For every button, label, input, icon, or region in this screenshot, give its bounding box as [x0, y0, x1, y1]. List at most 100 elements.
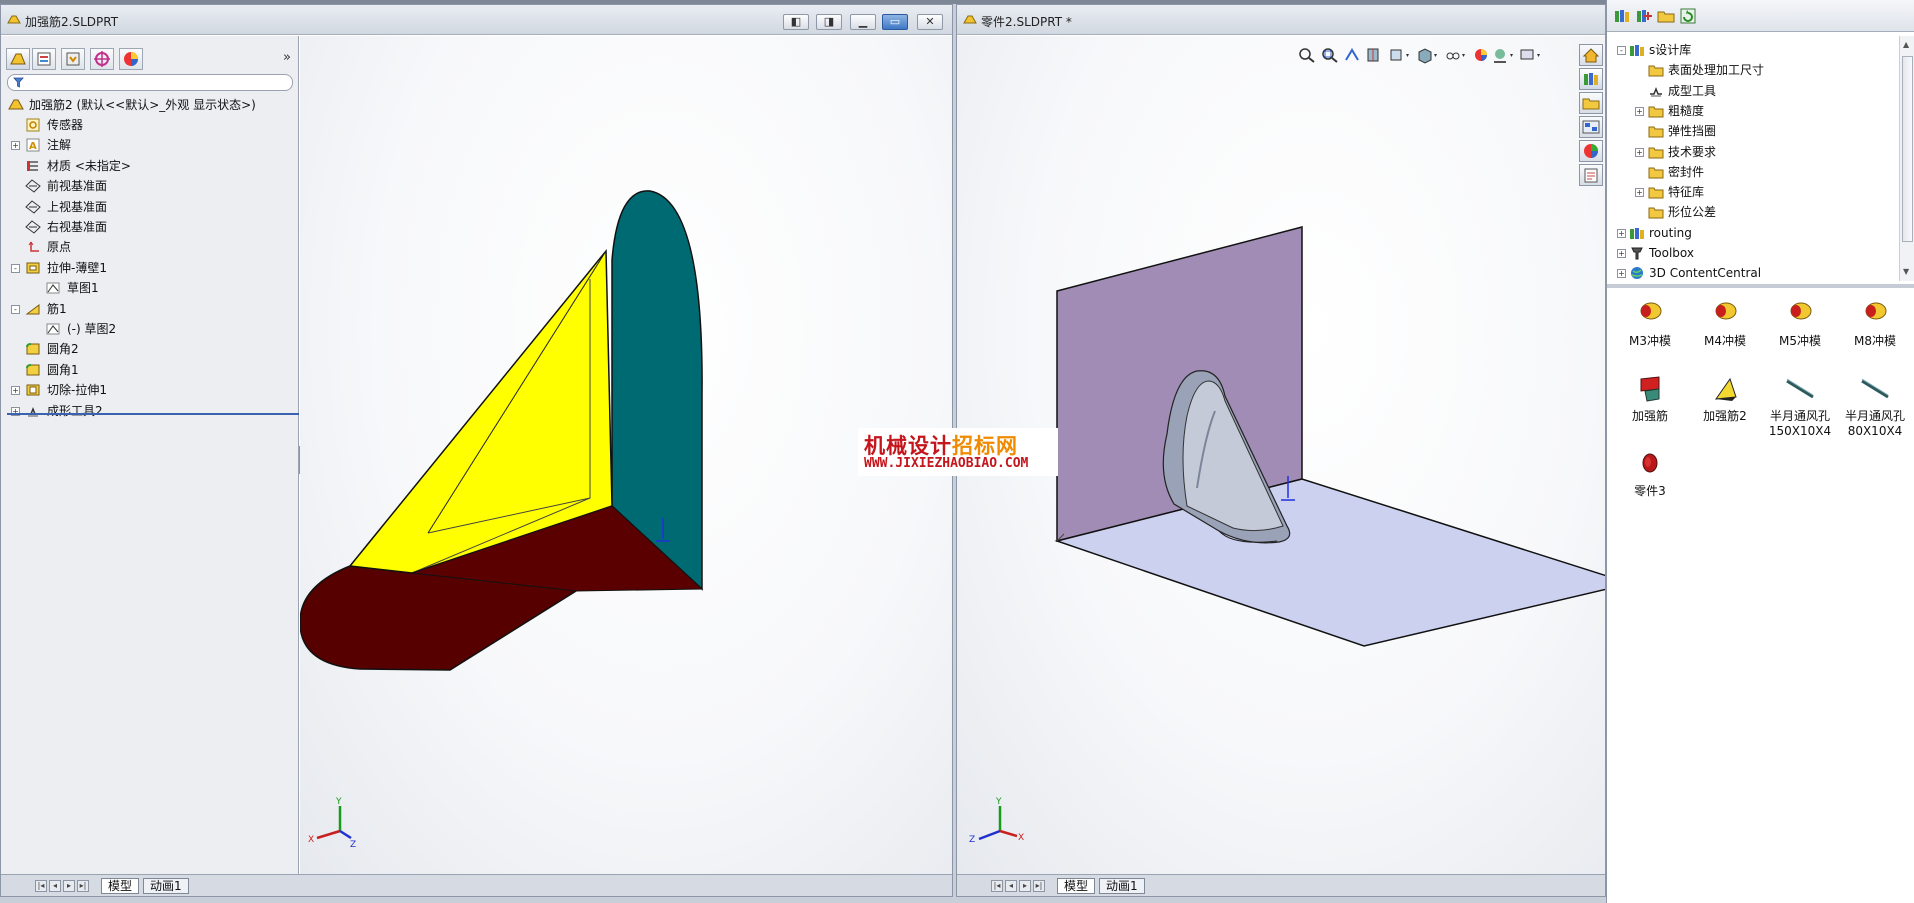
expand-toggle-icon[interactable]: + [11, 386, 20, 396]
next-tab-button[interactable]: ▸ [1019, 880, 1031, 892]
dimxpert-tab[interactable] [90, 48, 114, 70]
home-icon [1582, 48, 1600, 63]
scroll-up-icon[interactable]: ▲ [1903, 40, 1909, 49]
palette-item[interactable]: M8冲模 [1838, 298, 1912, 349]
tile-right-button[interactable]: ◨ [816, 14, 842, 30]
feature-tree-tab[interactable] [6, 48, 30, 70]
expand-toggle-icon[interactable]: + [1635, 147, 1644, 157]
cut-icon [26, 384, 40, 396]
folder-icon [1648, 187, 1664, 199]
last-tab-button[interactable]: ▸| [1033, 880, 1045, 892]
palette-item-label: 加强筋 [1631, 409, 1668, 423]
appearance-icon [1584, 144, 1598, 158]
view-triad[interactable]: Y Z X [969, 797, 1024, 845]
expand-toggle-icon[interactable]: + [1617, 249, 1626, 258]
feature-tree-label: (-) 草图2 [67, 322, 117, 336]
palette-item[interactable]: 半月通风孔 80X10X4 [1838, 373, 1912, 439]
prev-tab-button[interactable]: ◂ [49, 880, 61, 892]
left-title-bar[interactable]: 加强筋2.SLDPRT ◧ ◨ ▁ ▭ ✕ [1, 5, 952, 35]
tp-tab-design-library[interactable] [1579, 68, 1603, 90]
tab-animation[interactable]: 动画1 [143, 878, 189, 894]
feature-filter-input[interactable] [7, 74, 293, 91]
rollback-bar[interactable] [7, 413, 299, 415]
task-pane-toolbar [1607, 0, 1914, 32]
expand-toggle-icon[interactable]: + [11, 141, 20, 151]
palette-item-label: 半月通风孔 150X10X4 [1768, 409, 1832, 438]
tab-model[interactable]: 模型 [1057, 878, 1096, 894]
louver-icon [1786, 378, 1814, 399]
right-title-bar[interactable]: 零件2.SLDPRT * [957, 5, 1605, 35]
expand-chevron-icon[interactable]: » [283, 50, 291, 65]
crosshair-icon [94, 51, 110, 67]
refresh-icon[interactable] [1679, 8, 1697, 24]
palette-item[interactable]: 加强筋 [1613, 373, 1687, 424]
palette-item[interactable]: M4冲模 [1688, 298, 1762, 349]
maximize-icon: ▭ [889, 15, 901, 28]
library-tree-label: 弹性挡圈 [1668, 124, 1717, 139]
next-tab-button[interactable]: ▸ [63, 880, 75, 892]
feature-tree-label: 草图1 [67, 281, 99, 296]
palette-item[interactable]: 零件3 [1613, 448, 1687, 499]
left-graphics-area[interactable]: Y X Z [300, 36, 952, 874]
library-tree-label: 粗糙度 [1668, 103, 1705, 118]
prev-tab-button[interactable]: ◂ [1005, 880, 1017, 892]
palette-item[interactable]: 加强筋2 [1688, 373, 1762, 424]
property-manager-tab[interactable] [32, 48, 56, 70]
filter-icon [13, 77, 24, 88]
scroll-thumb[interactable] [1902, 56, 1913, 242]
left-status-bar: |◂ ◂ ▸ ▸| 模型 动画1 [1, 874, 952, 896]
maximize-button[interactable]: ▭ [882, 14, 908, 30]
display-manager-tab[interactable] [119, 48, 143, 70]
first-tab-button[interactable]: |◂ [991, 880, 1003, 892]
minimize-button[interactable]: ▁ [850, 14, 876, 30]
expand-toggle-icon[interactable]: - [1617, 46, 1626, 55]
configuration-manager-tab[interactable] [61, 48, 85, 70]
feature-tree-label: 原点 [47, 240, 72, 255]
palette-item-label: M8冲模 [1854, 334, 1896, 348]
tp-tab-view-palette[interactable] [1579, 116, 1603, 138]
tab-animation[interactable]: 动画1 [1099, 878, 1145, 894]
toolbox-icon [1631, 247, 1643, 260]
expand-toggle-icon[interactable]: + [1635, 188, 1644, 198]
tp-tab-custom-properties[interactable] [1579, 164, 1603, 186]
view-palette-icon [1582, 120, 1600, 134]
close-button[interactable]: ✕ [917, 14, 943, 30]
fillet-icon [26, 343, 40, 355]
sketch-icon [46, 323, 60, 335]
tile-left-button[interactable]: ◧ [783, 14, 809, 30]
tree-scrollbar[interactable]: ▲ ▼ [1899, 36, 1914, 281]
palette-item[interactable]: M5冲模 [1763, 298, 1837, 349]
first-tab-button[interactable]: |◂ [35, 880, 47, 892]
expand-toggle-icon[interactable]: + [1617, 228, 1626, 238]
feature-tree-label: 右视基准面 [47, 220, 108, 234]
last-tab-button[interactable]: ▸| [77, 880, 89, 892]
tp-tab-resources[interactable] [1579, 44, 1603, 66]
library-tree-label: Toolbox [1649, 246, 1694, 260]
feature-tree-label: 圆角2 [47, 342, 79, 357]
appearance-icon [124, 52, 138, 66]
tp-tab-file-explorer[interactable] [1579, 92, 1603, 114]
expand-toggle-icon[interactable]: + [1635, 106, 1644, 116]
add-to-library-icon[interactable] [1613, 8, 1631, 24]
palette-item-label: 零件3 [1634, 484, 1666, 498]
library-tree-label: s设计库 [1649, 43, 1692, 57]
view-triad[interactable]: Y X Z [308, 797, 356, 850]
palette-item[interactable]: 半月通风孔 150X10X4 [1763, 373, 1837, 439]
expand-toggle-icon[interactable]: - [11, 263, 20, 273]
tree-root-label: 加强筋2 (默认<<默认>_外观 显示状态>) [29, 98, 256, 112]
tab-model[interactable]: 模型 [101, 878, 140, 894]
folder-icon [1648, 147, 1664, 158]
feature-manager-panel: » 加强筋2 (默认<<默认>_外观 显示状态>) 传感器 + A 注解 材质 <未指定… [1, 36, 299, 876]
expand-toggle-icon[interactable]: - [11, 304, 20, 314]
extrude-icon [26, 262, 40, 274]
tp-tab-appearances[interactable] [1579, 140, 1603, 162]
create-folder-icon[interactable] [1657, 8, 1675, 24]
add-file-location-icon[interactable] [1635, 8, 1653, 24]
forming-tool-icon [27, 406, 39, 417]
die-icon [1790, 302, 1812, 320]
expand-toggle-icon[interactable]: + [1617, 269, 1626, 279]
palette-item[interactable]: M3冲模 [1613, 298, 1687, 349]
rib-model-svg[interactable]: Y X Z [300, 36, 953, 876]
scroll-down-icon[interactable]: ▼ [1903, 267, 1909, 276]
task-pane-splitter[interactable] [1607, 284, 1914, 288]
